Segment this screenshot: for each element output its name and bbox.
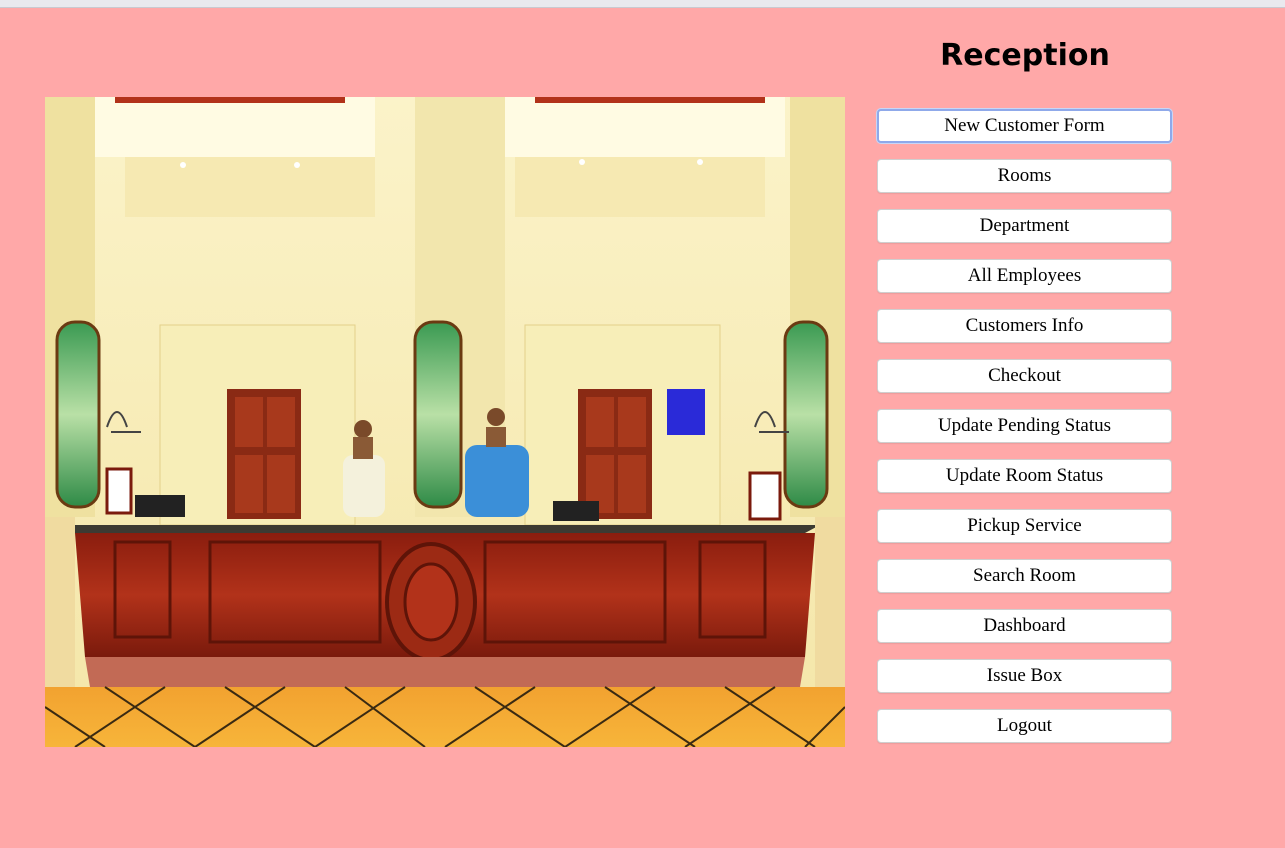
update-room-status-button[interactable]: Update Room Status: [877, 459, 1172, 493]
customers-info-button[interactable]: Customers Info: [877, 309, 1172, 343]
reception-menu: New Customer Form Rooms Department All E…: [877, 109, 1173, 759]
update-pending-status-button[interactable]: Update Pending Status: [877, 409, 1172, 443]
page-title: Reception: [940, 38, 1110, 73]
issue-box-button[interactable]: Issue Box: [877, 659, 1172, 693]
new-customer-form-button[interactable]: New Customer Form: [877, 109, 1172, 143]
search-room-button[interactable]: Search Room: [877, 559, 1172, 593]
logout-button[interactable]: Logout: [877, 709, 1172, 743]
dashboard-button[interactable]: Dashboard: [877, 609, 1172, 643]
checkout-button[interactable]: Checkout: [877, 359, 1172, 393]
rooms-button[interactable]: Rooms: [877, 159, 1172, 193]
pickup-service-button[interactable]: Pickup Service: [877, 509, 1172, 543]
reception-photo: [45, 97, 845, 747]
all-employees-button[interactable]: All Employees: [877, 259, 1172, 293]
browser-top-bar: [0, 0, 1285, 8]
department-button[interactable]: Department: [877, 209, 1172, 243]
